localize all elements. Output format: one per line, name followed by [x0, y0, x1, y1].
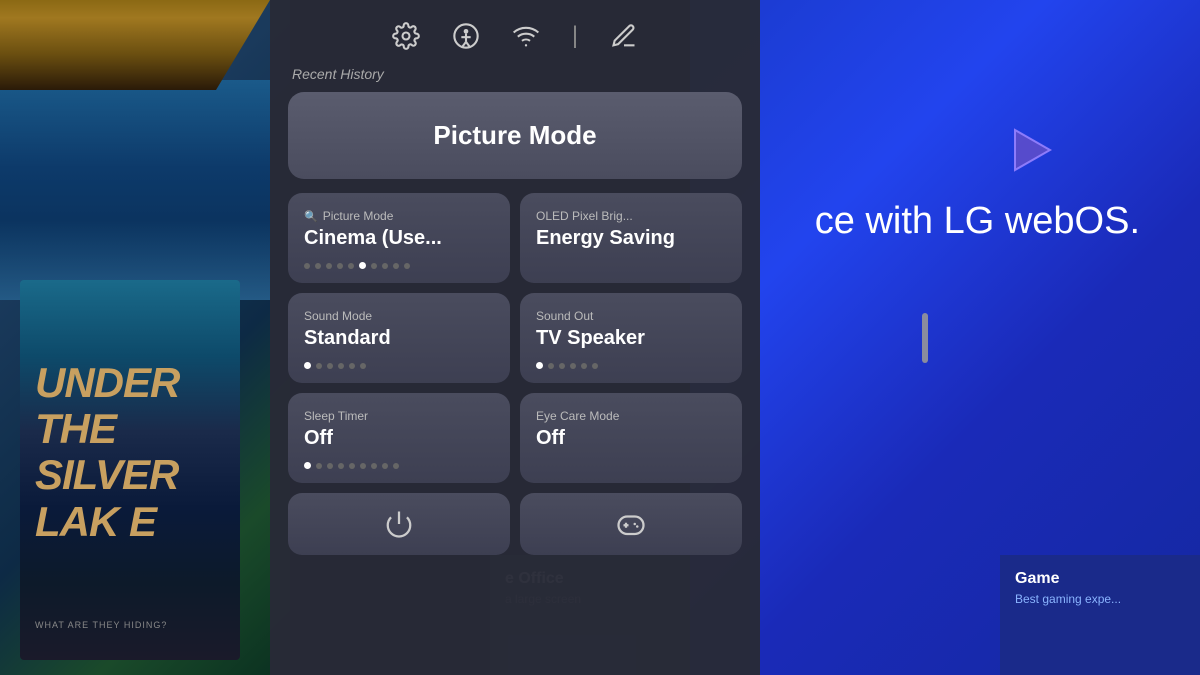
sound-out-label: Sound Out: [536, 309, 726, 323]
settings-grid: 🔍 Picture Mode Cinema (Use... OLED Pixel…: [288, 193, 742, 483]
oled-pixel-label: OLED Pixel Brig...: [536, 209, 726, 223]
dot-active: [359, 262, 366, 269]
bottom-icons-row: [288, 493, 742, 555]
eye-care-tile[interactable]: Eye Care Mode Off: [520, 393, 742, 483]
dot: [393, 463, 399, 469]
sleep-timer-value: Off: [304, 427, 494, 450]
sound-out-value: TV Speaker: [536, 327, 726, 350]
sleep-timer-label: Sleep Timer: [304, 409, 494, 423]
poster-title: UNDERTHESILVERLAK E: [35, 360, 179, 545]
picture-mode-value: Cinema (Use...: [304, 227, 494, 250]
dot-active: [536, 362, 543, 369]
sound-mode-value: Standard: [304, 327, 494, 350]
movie-poster: UNDERTHESILVERLAK E WHAT ARE THEY HIDING…: [20, 280, 240, 660]
power-tile[interactable]: [288, 493, 510, 555]
sound-mode-dots: [304, 362, 494, 369]
gamepad-icon: [616, 509, 646, 539]
dot: [338, 463, 344, 469]
picture-mode-tile[interactable]: 🔍 Picture Mode Cinema (Use...: [288, 193, 510, 283]
sleep-timer-dots: [304, 462, 494, 469]
top-icons-bar: |: [288, 0, 742, 66]
dot: [337, 263, 343, 269]
wifi-icon[interactable]: [508, 18, 544, 54]
dot: [360, 363, 366, 369]
eye-care-label: Eye Care Mode: [536, 409, 726, 423]
settings-icon[interactable]: [388, 18, 424, 54]
dot: [304, 263, 310, 269]
dot: [382, 463, 388, 469]
dot: [548, 363, 554, 369]
game-card[interactable]: Game Best gaming expe...: [1000, 555, 1200, 675]
poster-subtitle: WHAT ARE THEY HIDING?: [35, 620, 167, 630]
dot: [404, 263, 410, 269]
lg-webos-text: ce with LG webOS.: [815, 200, 1140, 243]
dot: [327, 363, 333, 369]
dot: [349, 363, 355, 369]
eye-care-value: Off: [536, 427, 726, 450]
dot: [316, 463, 322, 469]
picture-mode-dots: [304, 262, 494, 269]
accessibility-icon[interactable]: [448, 18, 484, 54]
gamepad-tile[interactable]: [520, 493, 742, 555]
power-icon: [384, 509, 414, 539]
dot: [326, 263, 332, 269]
edit-icon[interactable]: [606, 18, 642, 54]
picture-mode-main-button[interactable]: Picture Mode: [288, 92, 742, 179]
dot: [338, 363, 344, 369]
dot: [349, 463, 355, 469]
oled-pixel-value: Energy Saving: [536, 227, 726, 250]
sound-out-tile[interactable]: Sound Out TV Speaker: [520, 293, 742, 383]
water-background: [0, 80, 270, 300]
dot-active: [304, 362, 311, 369]
dot: [559, 363, 565, 369]
picture-mode-label: 🔍 Picture Mode: [304, 209, 494, 223]
game-card-subtitle: Best gaming expe...: [1015, 592, 1185, 606]
dot: [371, 263, 377, 269]
sound-mode-label: Sound Mode: [304, 309, 494, 323]
dot: [570, 363, 576, 369]
dot: [327, 463, 333, 469]
dot: [316, 363, 322, 369]
dot: [360, 463, 366, 469]
dot: [581, 363, 587, 369]
search-icon: 🔍: [304, 210, 318, 223]
dot: [393, 263, 399, 269]
game-card-title: Game: [1015, 570, 1185, 588]
dot: [348, 263, 354, 269]
scroll-indicator: [922, 313, 928, 363]
oled-pixel-tile[interactable]: OLED Pixel Brig... Energy Saving: [520, 193, 742, 283]
sound-out-dots: [536, 362, 726, 369]
dot: [371, 463, 377, 469]
sleep-timer-tile[interactable]: Sleep Timer Off: [288, 393, 510, 483]
dot: [315, 263, 321, 269]
recent-history-label: Recent History: [288, 66, 742, 82]
dot: [382, 263, 388, 269]
dot-active: [304, 462, 311, 469]
sound-mode-tile[interactable]: Sound Mode Standard: [288, 293, 510, 383]
icon-divider: |: [572, 24, 578, 48]
dot: [592, 363, 598, 369]
play-icon: [1000, 120, 1070, 190]
control-panel: | Recent History Picture Mode 🔍 Picture …: [270, 0, 760, 675]
